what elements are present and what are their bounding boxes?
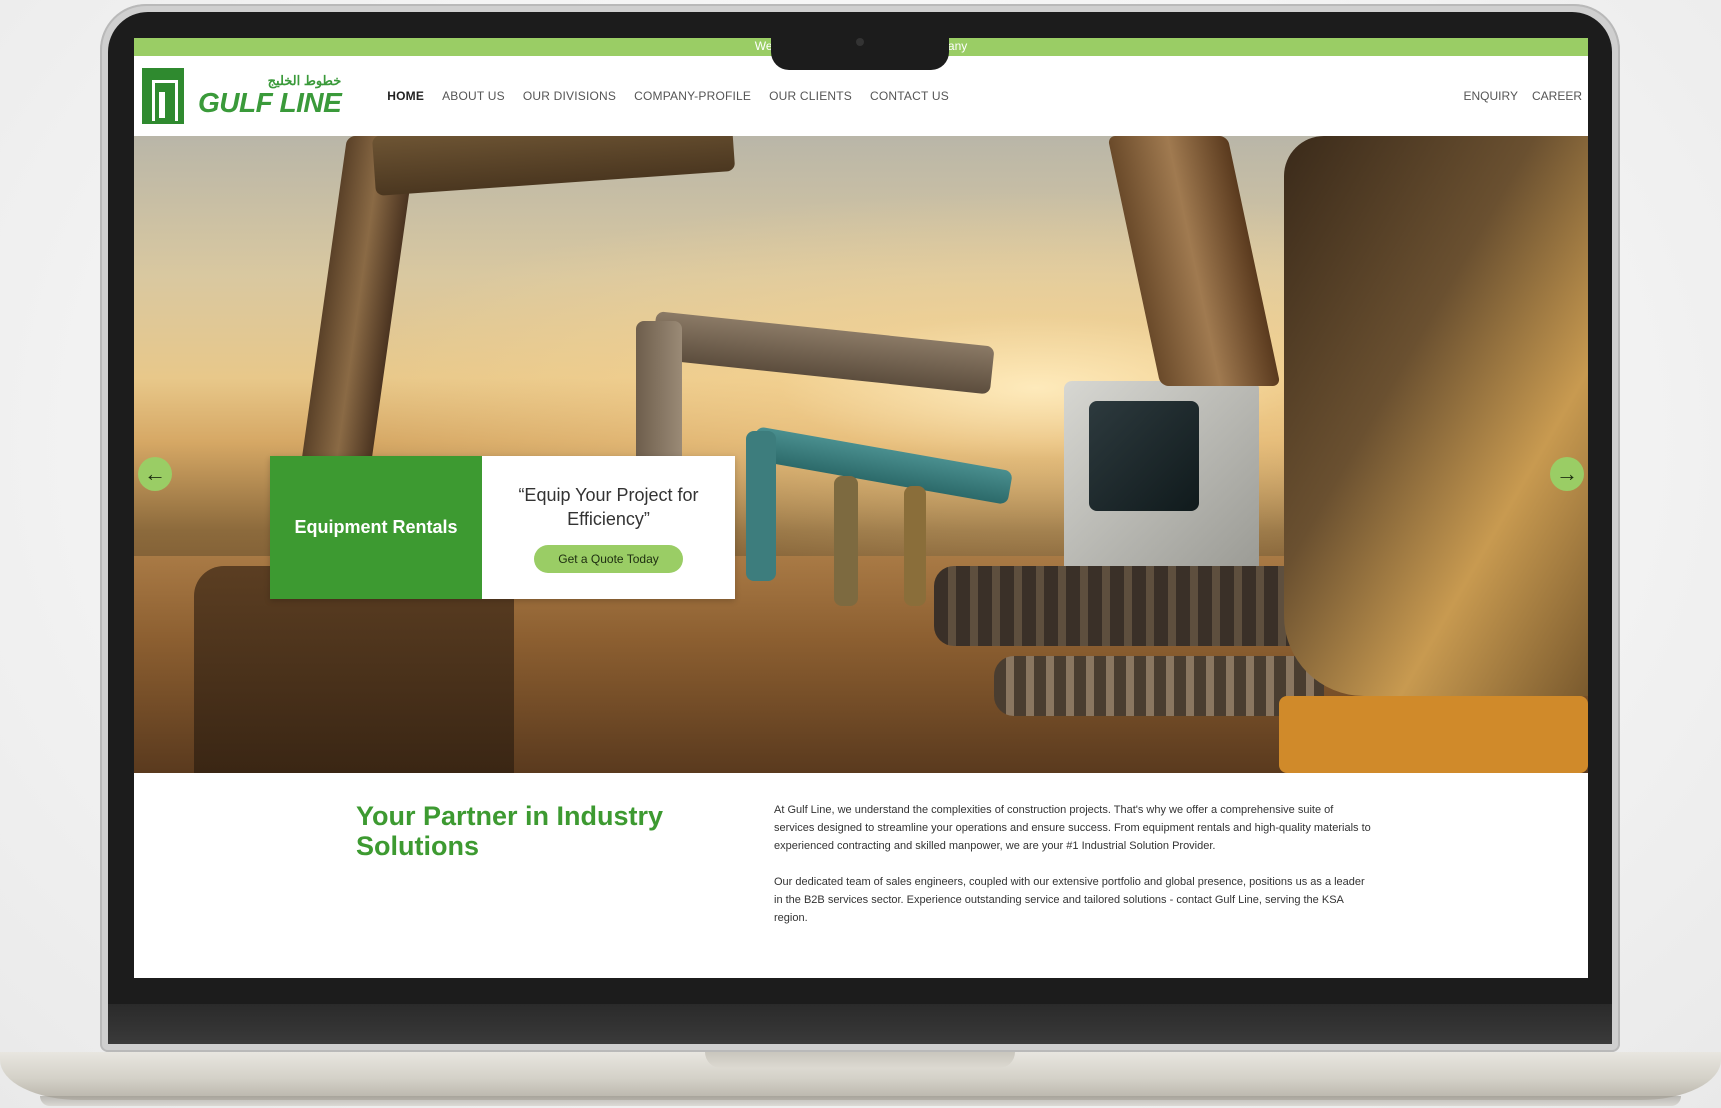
- about-paragraph: At Gulf Line, we understand the complexi…: [774, 804, 1371, 852]
- logo-text: خطوط الخليج GULF LINE: [198, 73, 342, 118]
- logo[interactable]: خطوط الخليج GULF LINE: [142, 68, 342, 124]
- about-section: Your Partner in Industry Solutions At Gu…: [134, 773, 1588, 945]
- slide-quote-panel: “Equip Your Project for Efficiency” Get …: [482, 456, 735, 599]
- slider-next-button[interactable]: →: [1550, 457, 1584, 491]
- nav-company-profile[interactable]: COMPANY-PROFILE: [634, 89, 751, 103]
- arrow-left-icon: ←: [144, 461, 166, 486]
- camera-icon: [856, 38, 864, 46]
- about-paragraph: Our dedicated team of sales engineers, c…: [774, 876, 1365, 924]
- nav-our-clients[interactable]: OUR CLIENTS: [769, 89, 852, 103]
- logo-mark-icon: [142, 68, 184, 124]
- nav-home[interactable]: HOME: [387, 89, 424, 103]
- nav-career[interactable]: CAREER: [1532, 89, 1582, 103]
- about-text: At Gulf Line, we understand the complexi…: [774, 801, 1374, 945]
- laptop-bottom-bezel: [108, 1004, 1612, 1044]
- secondary-nav: ENQUIRY CAREER: [1450, 89, 1582, 103]
- about-title: Your Partner in Industry Solutions: [356, 801, 664, 861]
- main-nav: HOME ABOUT US OUR DIVISIONS COMPANY-PROF…: [387, 89, 967, 103]
- slide-quote: “Equip Your Project for Efficiency”: [518, 484, 699, 529]
- website-screen: Welcome to Gulf Line Trading Company خطو…: [134, 38, 1588, 978]
- nav-enquiry[interactable]: ENQUIRY: [1464, 89, 1518, 103]
- get-quote-button[interactable]: Get a Quote Today: [534, 544, 683, 573]
- laptop-base: [0, 1052, 1721, 1100]
- nav-contact-us[interactable]: CONTACT US: [870, 89, 949, 103]
- laptop-base-notch: [705, 1052, 1015, 1068]
- slider-prev-button[interactable]: ←: [138, 457, 172, 491]
- hero-slider: ← → Equipment Rentals “Equip Your Projec…: [134, 136, 1588, 773]
- laptop-shadow: [40, 1096, 1681, 1106]
- camera-notch: [771, 30, 949, 70]
- logo-name: GULF LINE: [198, 87, 342, 118]
- logo-arabic: خطوط الخليج: [267, 73, 342, 88]
- slide-caption-card: Equipment Rentals “Equip Your Project fo…: [270, 456, 735, 599]
- arrow-right-icon: →: [1556, 461, 1578, 486]
- nav-our-divisions[interactable]: OUR DIVISIONS: [523, 89, 616, 103]
- nav-about-us[interactable]: ABOUT US: [442, 89, 505, 103]
- slide-title: Equipment Rentals: [270, 456, 482, 599]
